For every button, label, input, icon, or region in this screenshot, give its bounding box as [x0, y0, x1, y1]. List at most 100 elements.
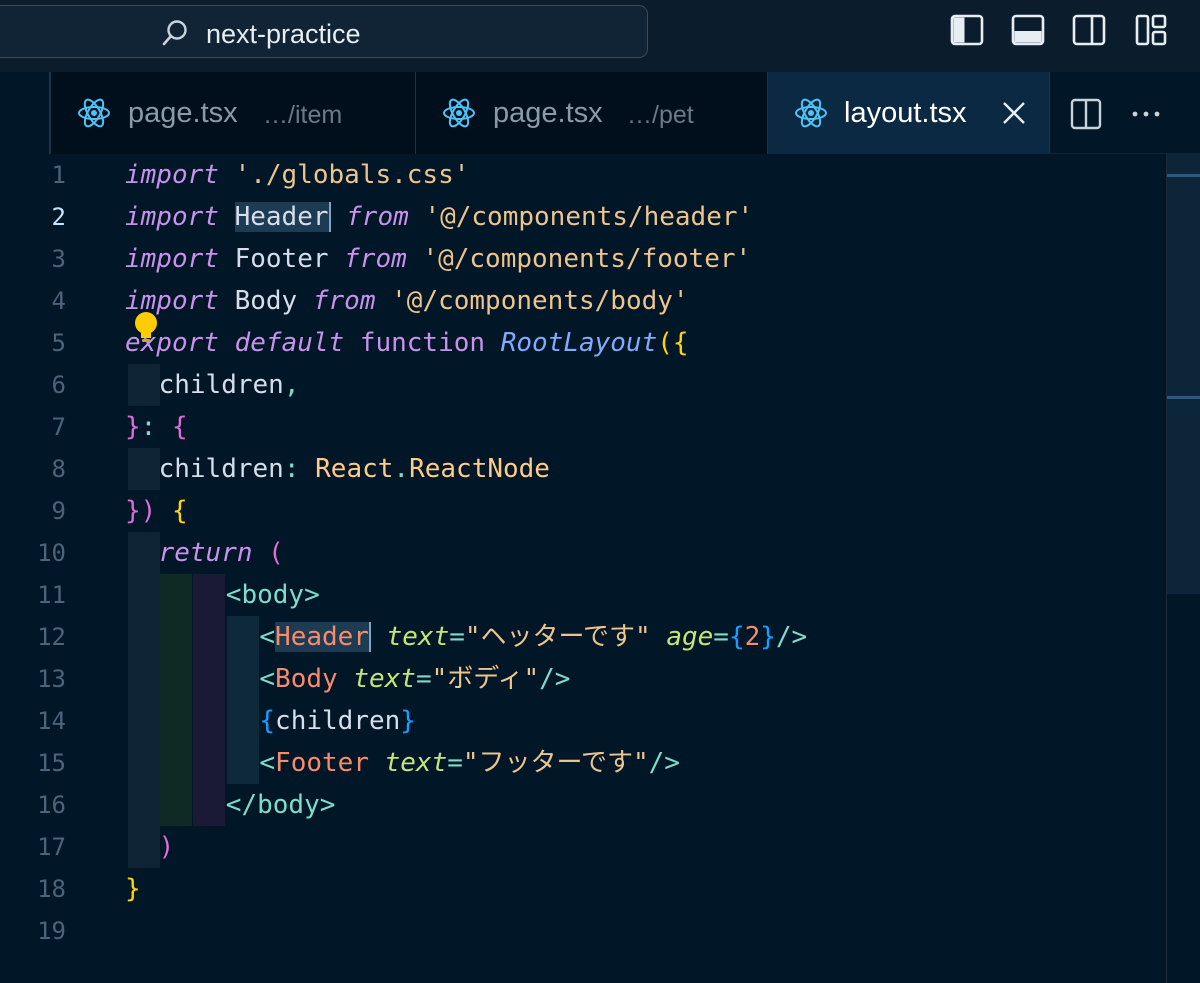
indent-guide	[128, 448, 160, 490]
tab-label: layout.tsx	[844, 97, 967, 129]
code-token: children	[158, 454, 284, 484]
indent-guide	[193, 574, 225, 826]
code-line[interactable]: return (	[159, 532, 284, 574]
code-token: default	[234, 328, 345, 358]
line-number: 8	[51, 455, 66, 483]
search-icon	[162, 20, 187, 46]
tab-description: …/item	[263, 101, 343, 129]
code-token: }	[760, 622, 776, 652]
customize-layout-icon[interactable]	[1133, 12, 1169, 48]
code-token: <	[259, 664, 276, 694]
code-editor[interactable]: 1 2 3 4 5 6 7 8 9 10 11 12 13 14 15 16 17 18 19 import './…	[0, 154, 1200, 983]
code-line[interactable]: <body>	[226, 574, 320, 616]
tab-label: page.tsx	[493, 97, 603, 129]
code-token: <	[259, 748, 276, 778]
code-token: Footer	[234, 244, 329, 274]
code-token: {	[259, 706, 276, 736]
indent-guide	[128, 364, 160, 406]
code-token: ReactNode	[409, 454, 550, 484]
code-token: )	[158, 832, 175, 862]
code-token: <	[259, 622, 276, 652]
code-token: .	[393, 454, 410, 484]
toggle-primary-sidebar-icon[interactable]	[949, 12, 985, 48]
code-line[interactable]: }) {	[125, 490, 188, 532]
code-token: Footer	[275, 748, 369, 778]
indent-guide	[160, 574, 192, 826]
editor-actions	[1050, 72, 1200, 154]
tab-description: …/pet	[627, 101, 694, 129]
code-line[interactable]: </body>	[226, 784, 336, 826]
code-area[interactable]: import './globals.css' import Header from…	[125, 154, 1165, 983]
tab-page-item[interactable]: page.tsx …/item	[50, 72, 416, 154]
code-line[interactable]: <Footer text="フッターです"/>	[259, 742, 680, 784]
code-token: "フッターです"	[462, 748, 649, 778]
code-line[interactable]: children,	[159, 364, 300, 406]
line-number: 9	[51, 497, 66, 525]
code-line[interactable]: <Body text="ボディ"/>	[259, 658, 570, 700]
code-line[interactable]: }: {	[125, 406, 188, 448]
toggle-panel-icon[interactable]	[1010, 12, 1046, 48]
code-token: />	[775, 622, 808, 652]
lightbulb-icon[interactable]	[131, 310, 161, 344]
line-number: 14	[37, 707, 66, 735]
react-icon	[795, 98, 827, 128]
toggle-secondary-sidebar-icon[interactable]	[1071, 12, 1107, 48]
overview-marker	[1167, 174, 1200, 177]
code-line[interactable]: import './globals.css'	[125, 154, 469, 196]
scrollbar-thumb[interactable]	[1167, 154, 1200, 594]
code-token: }	[400, 706, 416, 736]
code-line[interactable]: )	[159, 826, 175, 868]
split-editor-icon[interactable]	[1068, 96, 1104, 132]
line-number: 3	[51, 245, 66, 273]
code-token: from	[312, 286, 376, 316]
code-token: Body	[234, 286, 298, 316]
close-icon[interactable]	[999, 98, 1029, 128]
line-number: 2	[51, 203, 66, 231]
tab-layout[interactable]: layout.tsx	[768, 72, 1050, 154]
code-token: =	[415, 664, 432, 694]
tab-page-pet[interactable]: page.tsx …/pet	[416, 72, 768, 154]
code-token: children	[158, 370, 284, 400]
overview-marker	[1167, 396, 1200, 399]
code-line[interactable]: export default function RootLayout({	[125, 322, 689, 364]
code-token: import	[125, 160, 219, 190]
code-line[interactable]: {children}	[259, 700, 416, 742]
line-number: 16	[37, 791, 66, 819]
code-token: import	[125, 244, 219, 274]
code-line[interactable]: import Header from '@/components/header'	[125, 196, 753, 238]
code-line[interactable]: children: React.ReactNode	[159, 448, 550, 490]
line-number: 6	[51, 371, 66, 399]
line-number-gutter: 1 2 3 4 5 6 7 8 9 10 11 12 13 14 15 16 17 18 19	[0, 154, 110, 983]
code-line[interactable]: import Body from '@/components/body'	[125, 280, 689, 322]
title-bar: next-practice	[0, 0, 1200, 72]
code-token: :	[140, 412, 157, 442]
more-actions-icon[interactable]	[1128, 96, 1164, 132]
code-token: import	[125, 202, 219, 232]
line-number: 10	[37, 539, 66, 567]
line-number: 7	[51, 413, 66, 441]
code-token: text	[384, 748, 448, 778]
code-line[interactable]: }	[125, 868, 141, 910]
tab-label: page.tsx	[128, 97, 238, 129]
react-icon	[443, 98, 475, 128]
code-token: "ヘッターです"	[464, 622, 651, 652]
line-number: 5	[51, 329, 66, 357]
code-token: text	[353, 664, 416, 694]
code-token: return	[158, 538, 253, 568]
line-number: 11	[37, 581, 66, 609]
command-center-search[interactable]: next-practice	[0, 5, 648, 58]
code-token: "ボディ"	[431, 664, 540, 694]
line-number: 18	[37, 875, 66, 903]
code-line[interactable]: <Header text="ヘッターです" age={2}/>	[259, 616, 807, 658]
code-line[interactable]: import Footer from '@/components/footer'	[125, 238, 751, 280]
